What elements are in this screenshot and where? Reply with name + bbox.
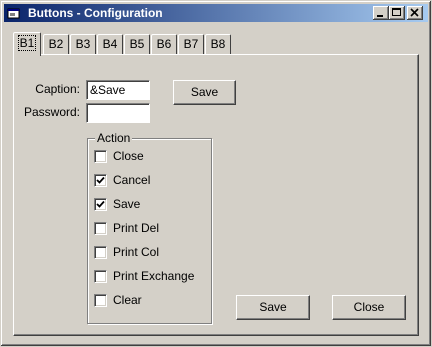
checkbox-label: Print Exchange — [113, 269, 195, 283]
maximize-icon — [392, 8, 401, 16]
caption-input[interactable]: &Save — [86, 80, 150, 100]
save-button-label: Save — [259, 300, 287, 314]
checkbox-box[interactable] — [94, 150, 107, 163]
password-input[interactable] — [86, 103, 150, 123]
tab-b3[interactable]: B3 — [70, 34, 96, 54]
checkbox-label: Cancel — [113, 173, 151, 187]
preview-save-button[interactable]: Save — [173, 80, 236, 105]
checkbox-box[interactable] — [94, 270, 107, 283]
checkbox-label: Clear — [113, 293, 142, 307]
tab-b1[interactable]: B1 — [13, 32, 41, 56]
title-bar[interactable]: Buttons - Configuration — [4, 4, 428, 22]
minimize-button[interactable] — [373, 6, 389, 20]
action-group-legend: Action — [95, 131, 133, 145]
checkmark-icon — [96, 200, 105, 208]
window-title: Buttons - Configuration — [28, 6, 163, 20]
tab-b8[interactable]: B8 — [205, 34, 231, 54]
close-window-button[interactable] — [407, 6, 423, 20]
close-icon — [410, 8, 419, 17]
save-button[interactable]: Save — [236, 295, 310, 320]
close-button[interactable]: Close — [332, 295, 406, 320]
checkbox-label: Print Del — [113, 221, 160, 235]
checkbox-label: Save — [113, 197, 141, 211]
checkbox-box[interactable] — [94, 294, 107, 307]
preview-save-label: Save — [190, 85, 219, 99]
checkbox-label: Close — [113, 149, 144, 163]
tab-b6[interactable]: B6 — [151, 34, 177, 54]
tab-b2[interactable]: B2 — [43, 34, 69, 54]
tab-b5[interactable]: B5 — [124, 34, 150, 54]
checkmark-icon — [96, 176, 105, 184]
password-label: Password: — [23, 105, 80, 119]
caption-label: Caption: — [35, 82, 80, 96]
checkbox-box[interactable] — [94, 222, 107, 235]
maximize-button[interactable] — [389, 6, 405, 20]
checkbox-box[interactable] — [94, 198, 107, 211]
checkbox-box[interactable] — [94, 246, 107, 259]
app-icon — [7, 8, 20, 19]
tab-b7[interactable]: B7 — [178, 34, 204, 54]
minimize-icon — [377, 15, 383, 17]
close-button-label: Close — [353, 300, 385, 314]
checkbox-box[interactable] — [94, 174, 107, 187]
configuration-window: Buttons - Configuration B1 B2 B3 B4 B5 B… — [0, 0, 432, 347]
tab-b4[interactable]: B4 — [97, 34, 123, 54]
checkbox-label: Print Col — [113, 245, 160, 259]
